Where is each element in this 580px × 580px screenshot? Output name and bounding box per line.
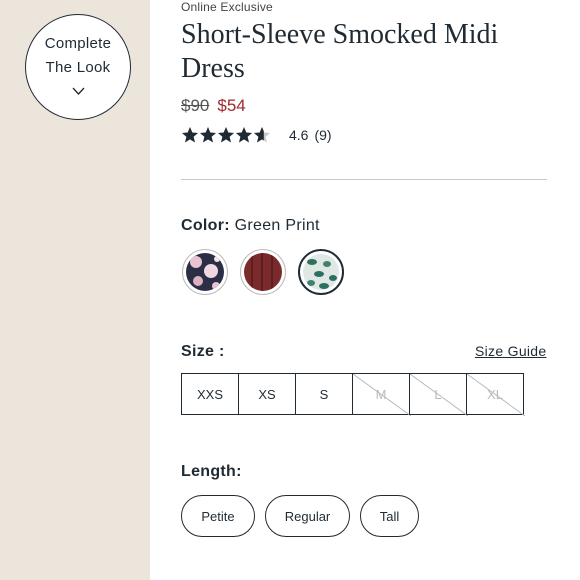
size-option-label: S — [319, 386, 329, 402]
chevron-down-icon — [72, 87, 85, 95]
review-count: (9) — [314, 127, 332, 143]
complete-the-look-button[interactable]: Complete The Look — [25, 14, 131, 120]
length-regular-button[interactable]: Regular — [265, 495, 350, 537]
star-icon — [254, 127, 270, 143]
rating[interactable]: 4.6 (9) — [181, 126, 332, 144]
left-panel: Complete The Look — [0, 0, 150, 580]
online-exclusive-label: Online Exclusive — [181, 0, 273, 14]
rating-value: 4.6 — [289, 127, 309, 143]
size-option-xxs[interactable]: XXS — [181, 373, 239, 415]
star-icon — [200, 127, 216, 143]
divider — [181, 179, 547, 180]
star-rating — [181, 126, 271, 144]
star-icon — [218, 127, 234, 143]
product-title: Short-Sleeve Smocked Midi Dress — [181, 19, 499, 84]
swatch-burgundy[interactable] — [240, 249, 286, 295]
length-petite-button[interactable]: Petite — [181, 495, 255, 537]
size-option-s[interactable]: S — [295, 373, 353, 415]
color-label: Color: Green Print — [181, 217, 320, 235]
unavailable-slash-icon — [353, 374, 411, 416]
size-options: XXS XS S MLXL — [181, 373, 525, 416]
size-option-xl[interactable]: XL — [466, 373, 525, 416]
complete-the-look-line2: The Look — [45, 59, 111, 76]
color-label-key: Color: — [181, 217, 230, 234]
size-label: Size : — [181, 343, 225, 360]
star-icon — [236, 127, 252, 143]
star-icon — [182, 127, 198, 143]
complete-the-look-line1: Complete — [44, 35, 112, 52]
length-tall-button[interactable]: Tall — [360, 495, 419, 537]
swatch-green-print[interactable] — [298, 249, 344, 295]
unavailable-slash-icon — [410, 374, 468, 416]
size-option-label: XXS — [196, 386, 223, 402]
size-option-l[interactable]: L — [409, 373, 468, 416]
size-option-label: XS — [258, 386, 276, 402]
length-label: Length: — [181, 463, 242, 480]
unavailable-slash-icon — [467, 374, 525, 416]
swatch-navy-floral[interactable] — [182, 249, 228, 295]
price: $90 $54 — [181, 96, 246, 116]
sale-price: $54 — [217, 96, 246, 115]
size-option-xs[interactable]: XS — [238, 373, 296, 415]
selected-color: Green Print — [234, 217, 320, 234]
size-option-m[interactable]: M — [352, 373, 411, 416]
size-guide-link[interactable]: Size Guide — [475, 343, 546, 359]
original-price: $90 — [181, 96, 210, 115]
